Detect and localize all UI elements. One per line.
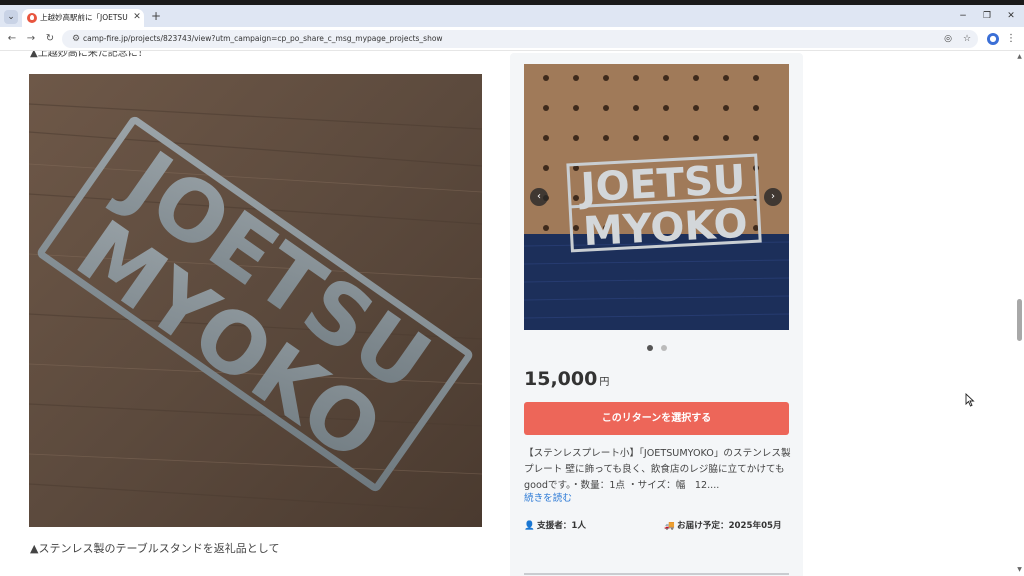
reward-card[interactable]: JOETSU MYOKO ‹ › 15,000 円 このリターンを選択する 【ステ… <box>510 53 803 576</box>
price-amount: 15,000 <box>524 368 598 390</box>
page-scrollbar[interactable]: ▲ ▼ <box>1014 51 1024 576</box>
tab-strip: ⌄ 上越妙高駅前に「JOETSU MYOKO」 ✕ + − ❐ ✕ <box>0 5 1024 27</box>
address-bar-row: ← → ↻ ⚙ camp-fire.jp/projects/823743/vie… <box>0 27 1024 51</box>
supporters-count: 👤 支援者：1人 <box>524 519 586 533</box>
price-unit: 円 <box>599 377 610 388</box>
main-product-photo: JOETSU MYOKO <box>29 74 482 527</box>
back-button[interactable]: ← <box>5 32 19 46</box>
carousel-dot[interactable] <box>661 345 667 351</box>
next-reward-card-edge <box>524 573 789 575</box>
page-viewport: ▲上越妙高に来た記念に！ JOETSU MYOKO ▲ステンレス製のテーブルスタ… <box>0 51 1024 576</box>
omnibox[interactable]: ⚙ camp-fire.jp/projects/823743/view?utm_… <box>62 30 978 48</box>
minimize-button[interactable]: − <box>955 10 971 22</box>
photo-caption: ▲ステンレス製のテーブルスタンドを返礼品として <box>30 542 280 555</box>
new-tab-button[interactable]: + <box>150 10 162 22</box>
mouse-cursor-icon <box>965 393 975 407</box>
wood-table-photo: JOETSU MYOKO <box>29 74 482 527</box>
star-icon[interactable]: ☆ <box>961 33 973 45</box>
truck-icon: 🚚 <box>664 521 675 531</box>
person-icon: 👤 <box>524 521 535 531</box>
restore-button[interactable]: ❐ <box>979 10 995 22</box>
reload-button[interactable]: ↻ <box>43 32 57 46</box>
tab-search-button[interactable]: ⌄ <box>4 10 18 24</box>
supporters-text: 支援者：1人 <box>537 521 586 531</box>
tab-title: 上越妙高駅前に「JOETSU MYOKO」 <box>40 13 128 22</box>
browser-menu-icon[interactable]: ⋮ <box>1006 33 1016 45</box>
carousel-dot[interactable] <box>647 345 653 351</box>
campfire-favicon-icon <box>27 13 37 23</box>
scroll-thumb[interactable] <box>1017 299 1022 341</box>
reward-price: 15,000 円 <box>524 367 609 391</box>
eye-off-icon[interactable]: ◎ <box>942 33 954 45</box>
delivery-text: お届け予定：2025年05月 <box>677 521 782 531</box>
carousel-next-button[interactable]: › <box>764 188 782 206</box>
reward-image-line2: MYOKO <box>582 201 749 256</box>
scroll-down-icon[interactable]: ▼ <box>1016 566 1023 574</box>
read-more-link[interactable]: 続きを読む <box>524 492 572 506</box>
profile-avatar-icon[interactable]: ● <box>987 33 999 45</box>
carousel-prev-button[interactable]: ‹ <box>530 188 548 206</box>
close-window-button[interactable]: ✕ <box>1003 10 1019 22</box>
tab-close-icon[interactable]: ✕ <box>132 11 142 23</box>
reward-photo: JOETSU MYOKO <box>524 64 789 330</box>
forward-button[interactable]: → <box>24 32 38 46</box>
reward-description: 【ステンレスプレート小】「JOETSUMYOKO」のステンレス製プレート 壁に飾… <box>524 448 791 491</box>
url-text[interactable]: camp-fire.jp/projects/823743/view?utm_ca… <box>83 33 443 45</box>
pegboard-photo: JOETSU MYOKO <box>524 64 789 330</box>
browser-tab[interactable]: 上越妙高駅前に「JOETSU MYOKO」 ✕ <box>22 9 144 27</box>
site-info-icon[interactable]: ⚙ <box>70 33 82 45</box>
select-reward-button[interactable]: このリターンを選択する <box>524 402 789 435</box>
scroll-up-icon[interactable]: ▲ <box>1016 53 1023 61</box>
delivery-schedule: 🚚 お届け予定：2025年05月 <box>664 519 782 533</box>
cut-off-caption: ▲上越妙高に来た記念に！ <box>30 51 148 59</box>
